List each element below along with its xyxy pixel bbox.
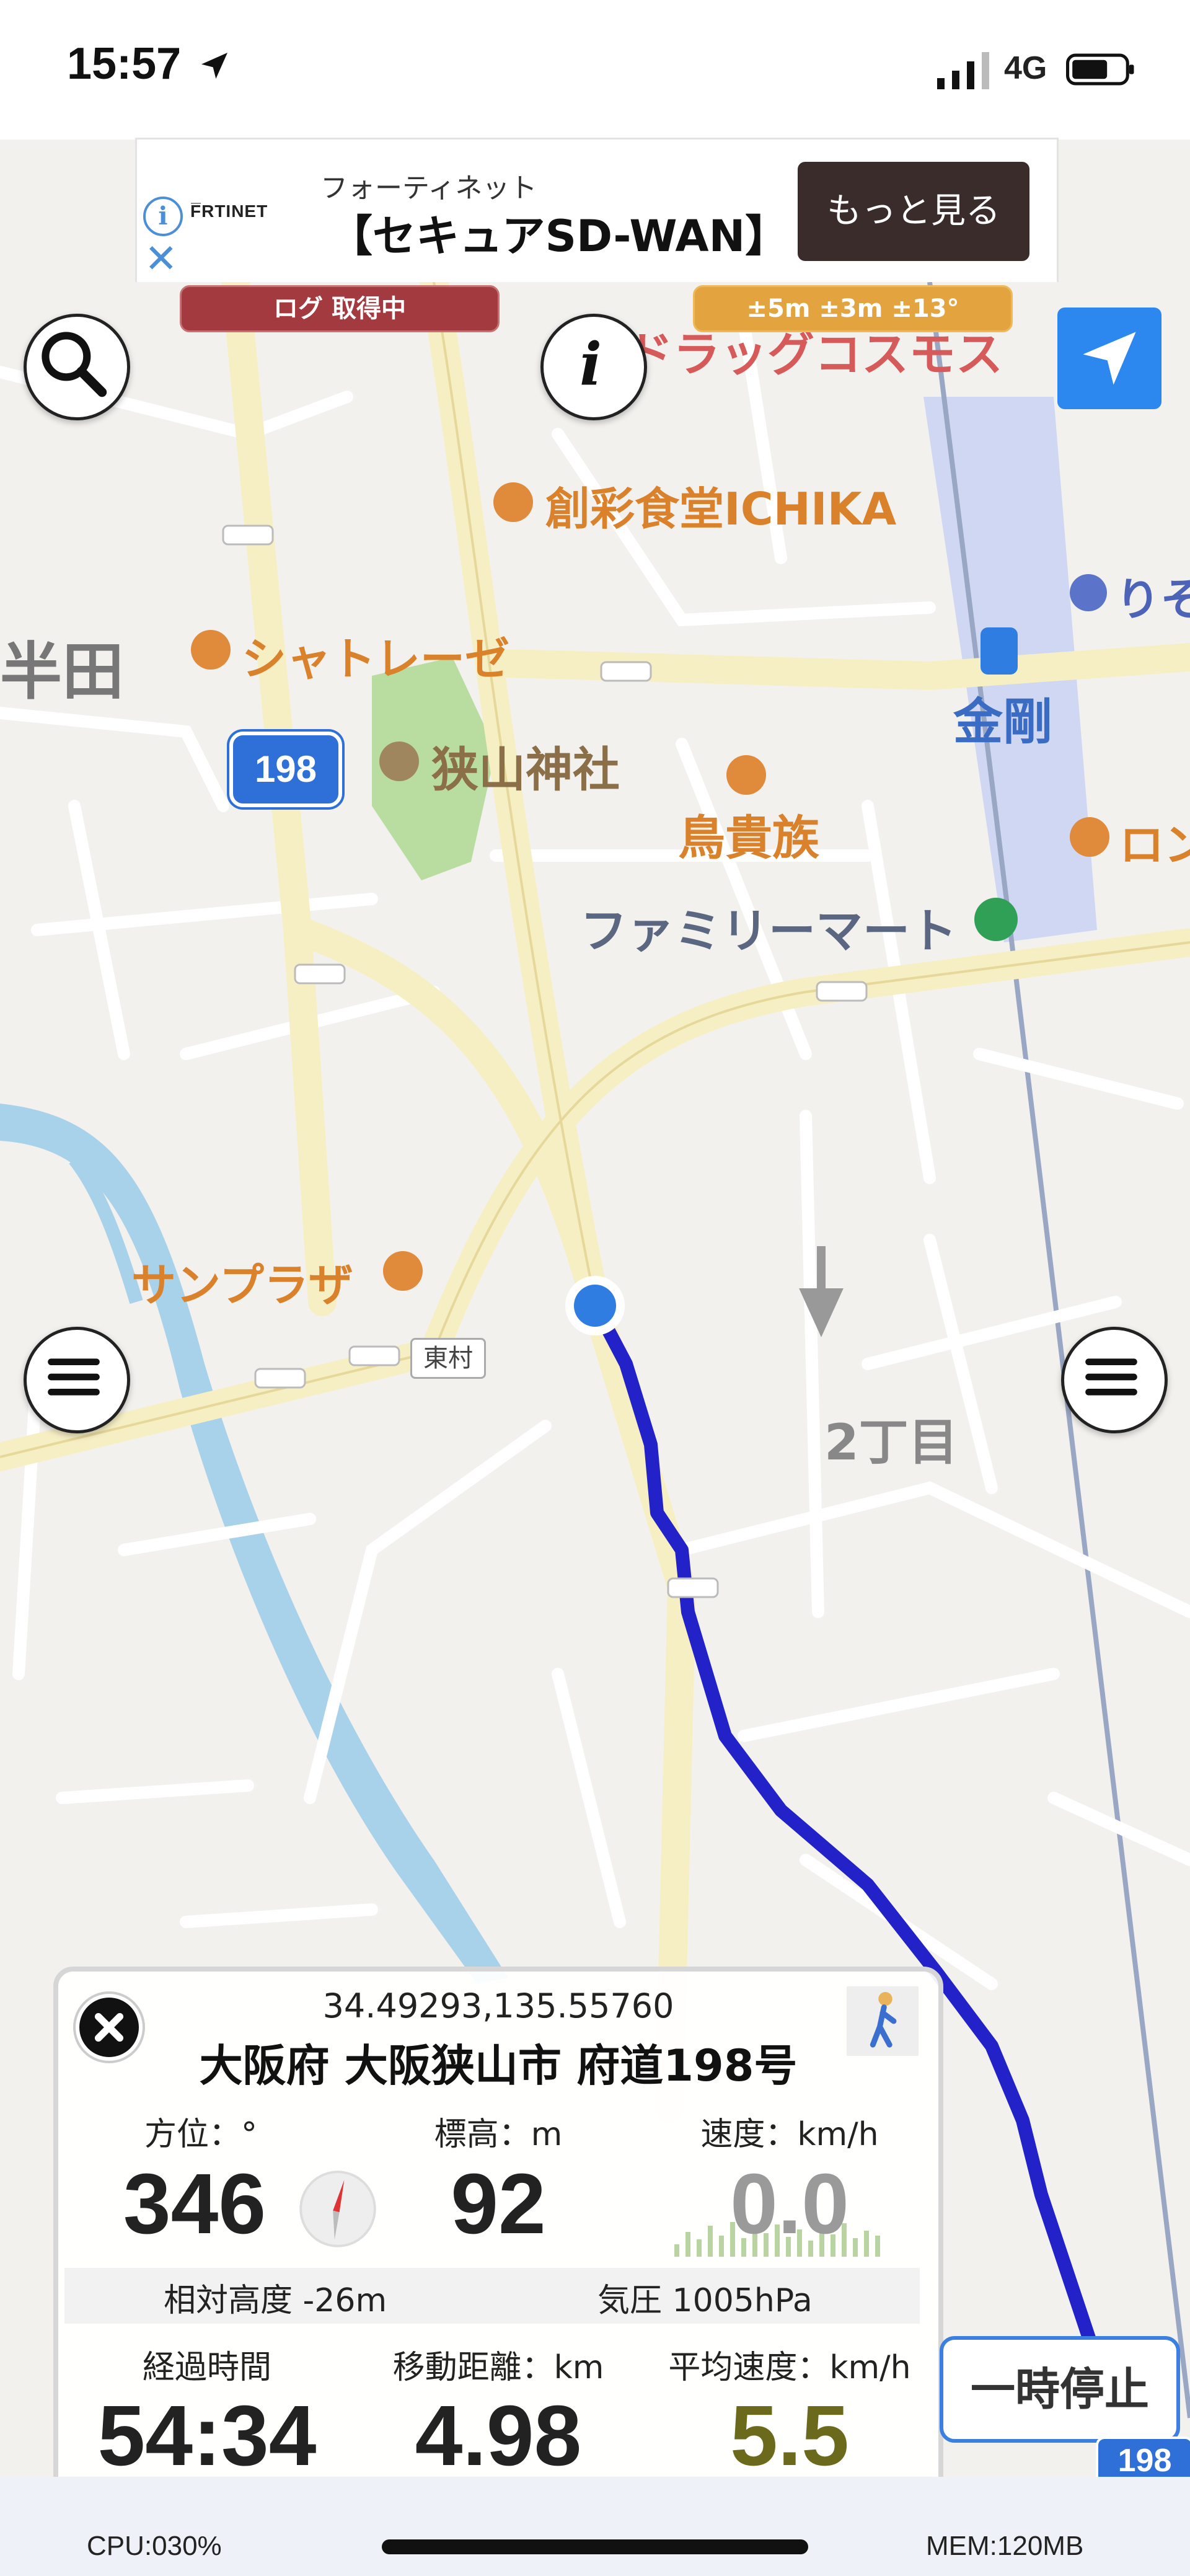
speed-label: 速度：km/h xyxy=(700,2116,879,2153)
ad-subtitle: フォーティネット xyxy=(320,172,537,204)
altitude-label: 標高：m xyxy=(434,2116,563,2153)
address: 大阪府 大阪狭山市 府道198号 xyxy=(199,2040,798,2091)
map-label-bank: りそ xyxy=(1116,573,1190,626)
log-status-badge: ログ 取得中 xyxy=(180,285,500,332)
ad-banner[interactable]: i ✕ F̅RTINET フォーティネット 【セキュアSD-WAN】 もっと見る xyxy=(135,138,1059,284)
info-panel: 34.49293,135.55760 大阪府 大阪狭山市 府道198号 方位：°… xyxy=(53,1967,943,2516)
heading-label: 方位：° xyxy=(144,2116,257,2153)
ad-title: 【セキュアSD-WAN】 xyxy=(329,211,789,262)
locate-me-button[interactable] xyxy=(1057,308,1161,409)
station-icon xyxy=(981,627,1018,675)
compass-icon xyxy=(299,2171,376,2247)
map-label-chateraise: シャトレーゼ xyxy=(242,633,510,685)
map-label-torikizoku: 鳥貴族 xyxy=(678,810,819,865)
home-indicator[interactable] xyxy=(382,2539,808,2554)
bank-icon xyxy=(1070,574,1107,611)
convenience-store-icon xyxy=(974,898,1018,941)
distance-label: 移動距離：km xyxy=(392,2349,604,2386)
shop-icon xyxy=(191,630,231,670)
bakery-icon xyxy=(1070,817,1109,857)
map-label-chome: 2丁目 xyxy=(824,1414,958,1471)
map-label-handa: 半田 xyxy=(0,635,124,708)
map-label-restaurant: 創彩食堂ICHIKA xyxy=(545,483,897,535)
activity-mode-button[interactable] xyxy=(847,1986,919,2056)
navigation-arrow-icon xyxy=(1083,332,1136,385)
shrine-icon xyxy=(379,741,419,781)
restaurant-icon xyxy=(493,482,533,522)
info-button[interactable]: i xyxy=(540,314,647,420)
heading-value: 346 xyxy=(123,2156,267,2252)
status-time: 15:57 xyxy=(67,39,182,89)
elapsed-value: 54:34 xyxy=(97,2388,317,2484)
speed-value: 0.0 xyxy=(730,2156,849,2252)
map-label-station: 金剛 xyxy=(953,693,1052,751)
route-198-sign: 198 xyxy=(229,732,342,807)
pause-button[interactable]: 一時停止 xyxy=(940,2336,1180,2443)
ad-cta-button[interactable]: もっと見る xyxy=(798,162,1029,261)
altitude-value: 92 xyxy=(451,2156,546,2252)
cpu-usage: CPU:030% xyxy=(87,2531,222,2561)
distance-value: 4.98 xyxy=(415,2388,582,2484)
walking-person-icon xyxy=(870,1991,897,2048)
air-pressure: 気圧 1005hPa xyxy=(597,2282,813,2319)
avg-speed-label: 平均速度：km/h xyxy=(668,2349,911,2386)
status-bar: 15:57 4G xyxy=(0,0,1190,139)
svg-text:i: i xyxy=(580,330,602,399)
ad-close-icon[interactable]: ✕ xyxy=(144,236,178,282)
map-label-sunplaza: サンプラザ xyxy=(131,1259,353,1311)
shopping-cart-icon xyxy=(383,1251,423,1291)
map-label-higashimura: 東村 xyxy=(410,1338,486,1379)
signal-icon xyxy=(937,52,989,89)
search-icon xyxy=(42,332,107,397)
info-icon: i xyxy=(580,330,602,399)
memory-usage: MEM:120MB xyxy=(926,2531,1084,2561)
map-label-shrine: 狭山神社 xyxy=(431,742,620,797)
hamburger-icon xyxy=(48,1358,100,1396)
network-type: 4G xyxy=(1004,50,1047,86)
map-label-ron: ロン xyxy=(1119,819,1190,871)
map-label-familymart: ファミリーマート xyxy=(580,903,957,958)
search-button[interactable] xyxy=(24,314,130,420)
elapsed-label: 経過時間 xyxy=(142,2349,271,2386)
food-icon xyxy=(726,755,766,795)
right-menu-button[interactable] xyxy=(1061,1327,1168,1433)
avg-speed-value: 5.5 xyxy=(730,2388,849,2484)
ad-info-icon[interactable]: i xyxy=(143,197,183,236)
accuracy-badge: ±5m ±3m ±13° xyxy=(693,285,1013,332)
battery-icon xyxy=(1066,53,1134,86)
hamburger-icon xyxy=(1085,1358,1137,1396)
location-arrow-icon xyxy=(201,53,227,79)
relative-altitude: 相対高度 -26m xyxy=(164,2282,387,2319)
ad-brand-logo: F̅RTINET xyxy=(190,201,268,221)
left-menu-button[interactable] xyxy=(24,1327,130,1433)
coordinates: 34.49293,135.55760 xyxy=(322,1986,674,2025)
